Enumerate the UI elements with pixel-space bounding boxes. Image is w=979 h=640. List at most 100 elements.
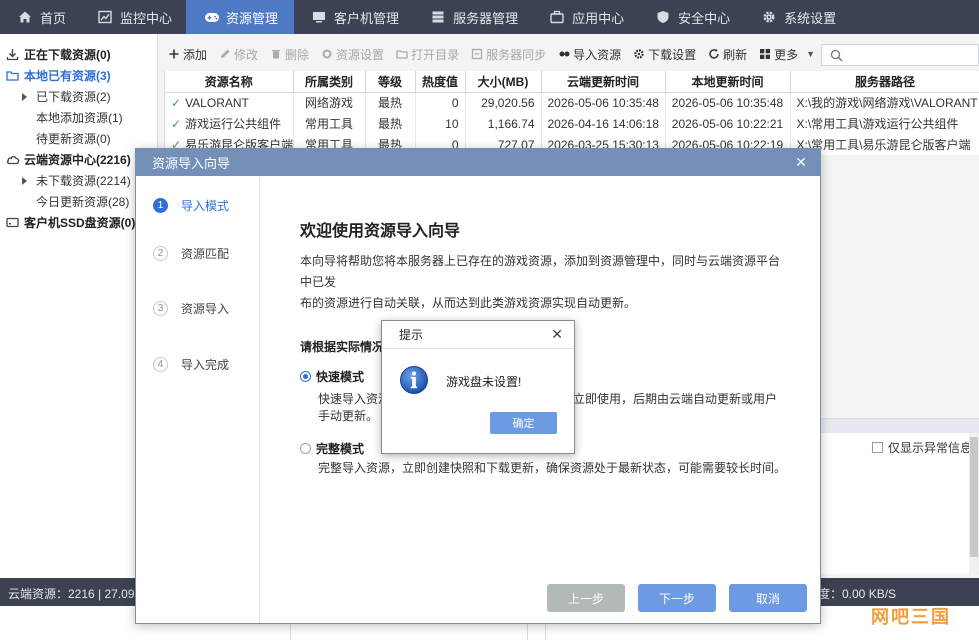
fast-mode-radio[interactable]: 快速模式	[300, 368, 364, 385]
nav-home-label: 首页	[40, 10, 67, 26]
nav-home[interactable]: 首页	[0, 0, 80, 34]
open-dir-button[interactable]: 打开目录	[396, 46, 459, 63]
tree-downloaded[interactable]: 已下载资源(2)	[0, 86, 157, 107]
tree-local-added[interactable]: 本地添加资源(1)	[0, 107, 157, 128]
nav-monitor[interactable]: 监控中心	[80, 0, 186, 34]
refresh-button[interactable]: 刷新	[708, 46, 747, 63]
step-label: 导入完成	[181, 358, 230, 372]
download-icon	[6, 48, 19, 61]
step-number: 4	[153, 357, 168, 372]
tree-today-updated[interactable]: 今日更新资源(28)	[0, 191, 157, 212]
more-label: 更多	[774, 47, 799, 62]
cell: X:\我的游戏\网络游戏\VALORANT	[790, 92, 979, 113]
col-cloud-time[interactable]: 云端更新时间	[541, 71, 666, 93]
log-panel: 仅显示异常信息	[820, 418, 979, 575]
prev-button[interactable]: 上一步	[547, 584, 625, 612]
more-button[interactable]: 更多 ▼	[759, 46, 815, 63]
step-label: 资源匹配	[181, 247, 230, 261]
nav-resource[interactable]: 资源管理	[186, 0, 295, 34]
folder-icon	[6, 69, 19, 82]
radio-unselected[interactable]	[300, 443, 311, 454]
search-input[interactable]	[821, 44, 979, 66]
tree-local[interactable]: 本地已有资源(3)	[0, 65, 157, 86]
tree-label: 待更新资源(0)	[36, 132, 111, 146]
alert-title: 提示	[399, 328, 424, 342]
col-category[interactable]: 所属类别	[293, 71, 366, 93]
col-path[interactable]: 服务器路径	[790, 71, 979, 93]
pencil-icon	[219, 48, 231, 60]
cell: 0	[415, 92, 466, 113]
search-icon	[830, 49, 843, 62]
full-mode-radio[interactable]: 完整模式	[300, 440, 364, 457]
refresh-icon	[708, 48, 720, 60]
tree-cloud[interactable]: 云端资源中心(2216)	[0, 149, 157, 170]
tree-not-downloaded[interactable]: 未下载资源(2214)	[0, 170, 157, 191]
ok-button[interactable]: 确定	[490, 412, 557, 434]
server-sync-button[interactable]: 服务器同步	[471, 46, 546, 63]
nav-app-label: 应用中心	[572, 10, 625, 26]
wizard-title: 资源导入向导	[152, 156, 231, 171]
col-heat[interactable]: 热度值	[415, 71, 466, 93]
tree-client-ssd[interactable]: 客户机SSD盘资源(0)	[0, 212, 157, 233]
table-row[interactable]: ✓ VALORANT 网络游戏 最热 0 29,020.56 2026-05-06…	[165, 92, 979, 113]
check-icon: ✓	[171, 95, 182, 110]
next-button[interactable]: 下一步	[638, 584, 716, 612]
col-level[interactable]: 等级	[365, 71, 416, 93]
alert-close-icon[interactable]: ✕	[551, 327, 563, 341]
server-icon	[431, 10, 445, 24]
trash-icon	[270, 48, 282, 60]
cell: 游戏运行公共组件	[185, 117, 282, 131]
fast-mode-desc-2: 手动更新。	[318, 409, 379, 423]
checkbox-box[interactable]	[872, 442, 883, 453]
table-row[interactable]: ✓ 游戏运行公共组件 常用工具 最热 10 1,166.74 2026-04-16…	[165, 113, 979, 134]
delete-button[interactable]: 删除	[270, 46, 309, 63]
nav-server[interactable]: 服务器管理	[413, 0, 532, 34]
log-panel-header	[820, 419, 979, 433]
wizard-close-icon[interactable]: ✕	[794, 155, 808, 169]
nav-settings-label: 系统设置	[784, 10, 837, 26]
tree-label: 正在下载资源(0)	[24, 48, 111, 62]
col-size[interactable]: 大小(MB)	[465, 71, 542, 93]
home-icon	[18, 10, 32, 24]
delete-label: 删除	[285, 47, 310, 62]
resource-table: 资源名称 所属类别 等级 热度值 大小(MB) 云端更新时间 本地更新时间 服务…	[164, 71, 979, 155]
import-button[interactable]: 导入资源	[558, 46, 621, 63]
info-icon	[399, 365, 429, 398]
download-settings-button[interactable]: 下载设置	[633, 46, 696, 63]
import-label: 导入资源	[573, 47, 622, 62]
cell: 最热	[365, 113, 416, 134]
tree-label: 今日更新资源(28)	[36, 195, 130, 209]
cloud-resource-status: 云端资源：2216 | 27.09 T	[8, 587, 146, 601]
plus-icon	[168, 48, 180, 60]
tree-downloading[interactable]: 正在下载资源(0)	[0, 44, 157, 65]
alert-message: 游戏盘未设置!	[446, 375, 522, 389]
open-dir-label: 打开目录	[411, 47, 460, 62]
fast-mode-desc-b: 立即使用，后期由云端自动更新或用户	[573, 392, 778, 406]
radio-selected[interactable]	[300, 371, 311, 382]
scrollbar-thumb[interactable]	[970, 437, 978, 557]
col-local-time[interactable]: 本地更新时间	[665, 71, 791, 93]
col-name[interactable]: 资源名称	[165, 71, 294, 93]
nav-security[interactable]: 安全中心	[638, 0, 744, 34]
full-mode-desc: 完整导入资源，立即创建快照和下载更新，确保资源处于最新状态，可能需要较长时间。	[318, 461, 787, 475]
nav-monitor-label: 监控中心	[120, 10, 173, 26]
tree-pending-update[interactable]: 待更新资源(0)	[0, 128, 157, 149]
expand-arrow-icon[interactable]	[22, 176, 27, 185]
nav-app[interactable]: 应用中心	[532, 0, 638, 34]
cancel-button[interactable]: 取消	[729, 584, 807, 612]
folder-open-icon	[396, 48, 408, 60]
check-icon: ✓	[171, 117, 182, 131]
res-settings-button[interactable]: 资源设置	[321, 46, 384, 63]
log-scrollbar[interactable]	[969, 433, 979, 575]
cell: 1,166.74	[465, 113, 542, 134]
cell: 2026-04-16 14:06:18	[541, 113, 666, 134]
expand-arrow-icon[interactable]	[22, 92, 27, 101]
sync-icon	[471, 48, 483, 60]
add-button[interactable]: 添加	[168, 46, 207, 63]
only-errors-checkbox[interactable]: 仅显示异常信息	[872, 439, 972, 456]
nav-client[interactable]: 客户机管理	[294, 0, 413, 34]
nav-settings[interactable]: 系统设置	[744, 0, 850, 34]
nav-server-label: 服务器管理	[453, 10, 519, 26]
edit-button[interactable]: 修改	[219, 46, 258, 63]
fast-mode-label: 快速模式	[316, 370, 365, 384]
